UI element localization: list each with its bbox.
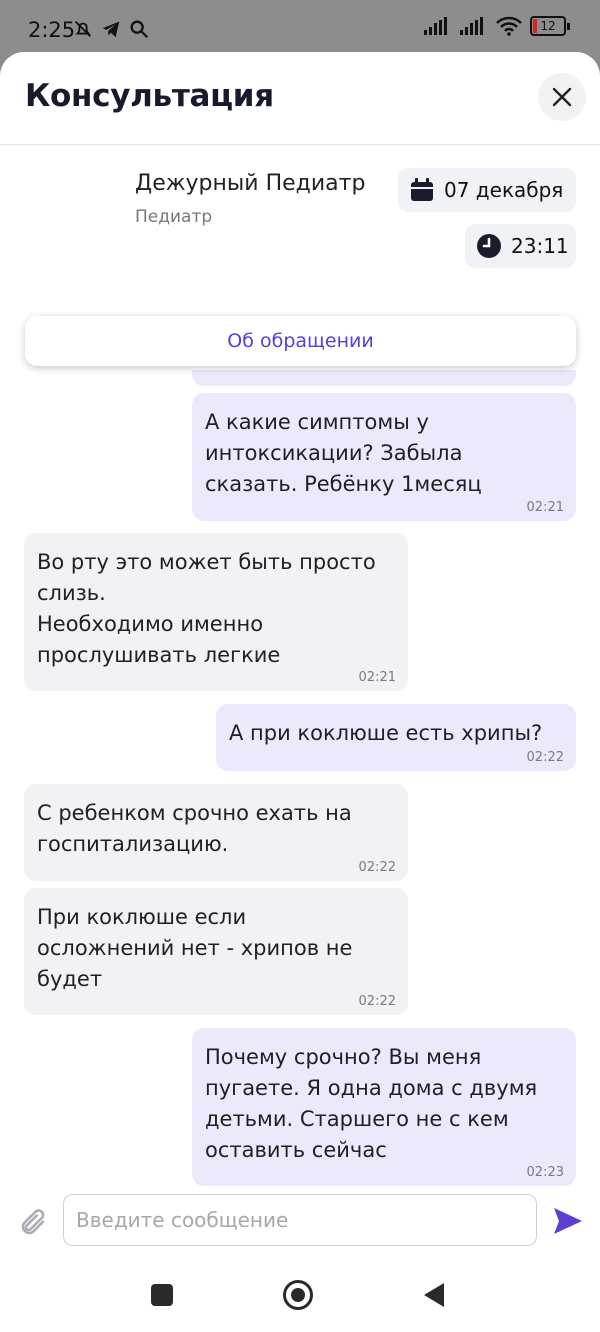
nav-recents-button[interactable]	[151, 1284, 173, 1306]
message-time: 02:21	[526, 500, 564, 515]
message-time: 02:22	[358, 994, 396, 1009]
message-text: А какие симптомы у интоксикации? Забыла …	[205, 410, 482, 496]
telegram-icon	[102, 21, 120, 38]
status-notification-icons	[72, 18, 150, 40]
paperclip-icon[interactable]	[18, 1208, 48, 1238]
message-bubble	[192, 370, 576, 386]
wifi-icon	[496, 16, 522, 36]
message-bubble: Почему срочно? Вы меня пугаете. Я одна д…	[192, 1028, 576, 1186]
message-list: А какие симптомы у интоксикации? Забыла …	[0, 370, 600, 1192]
time-badge: 23:11	[465, 224, 576, 268]
page-title: Консультация	[25, 78, 274, 114]
message-time: 02:23	[526, 1165, 564, 1180]
time-text: 23:11	[511, 234, 569, 258]
message-bubble: А какие симптомы у интоксикации? Забыла …	[192, 393, 576, 521]
date-text: 07 декабря	[444, 178, 564, 202]
message-time: 02:22	[358, 860, 396, 875]
message-text: При коклюше если осложнений нет - хрипов…	[37, 905, 353, 991]
signal-icon-2	[460, 17, 483, 35]
close-button[interactable]	[538, 73, 586, 121]
nav-home-dot	[291, 1288, 305, 1302]
composer	[0, 1190, 600, 1260]
message-text: С ребенком срочно ехать на госпитализаци…	[37, 801, 352, 856]
message-bubble: Во рту это может быть просто слизь. Необ…	[24, 533, 408, 691]
message-text: А при коклюше есть хрипы?	[229, 721, 543, 745]
message-input[interactable]	[63, 1194, 537, 1246]
doctor-name: Дежурный Педиатр	[135, 171, 366, 196]
message-bubble: А при коклюше есть хрипы? 02:22	[216, 704, 576, 771]
status-system-icons: 12	[424, 16, 570, 36]
consultation-sheet: Консультация Дежурный Педиатр Педиатр 07…	[0, 52, 600, 1332]
battery-icon: 12	[530, 16, 570, 36]
about-request-button[interactable]: Об обращении	[25, 316, 576, 366]
status-time: 2:25	[28, 18, 76, 42]
signal-icon	[424, 17, 447, 35]
message-text: Почему срочно? Вы меня пугаете. Я одна д…	[205, 1045, 538, 1162]
message-text: Во рту это может быть просто слизь. Необ…	[37, 550, 376, 667]
nav-home-button[interactable]	[283, 1280, 313, 1310]
close-icon	[552, 87, 572, 107]
nav-back-icon[interactable]	[423, 1282, 445, 1308]
battery-level: 12	[540, 19, 556, 33]
doctor-role: Педиатр	[135, 207, 213, 227]
date-badge: 07 декабря	[398, 168, 576, 212]
bell-off-icon	[75, 21, 91, 37]
header: Консультация	[0, 52, 600, 145]
calendar-icon	[411, 178, 433, 201]
message-time: 02:22	[526, 750, 564, 765]
message-bubble: С ребенком срочно ехать на госпитализаци…	[24, 784, 408, 881]
search-icon	[130, 20, 149, 39]
message-bubble: При коклюше если осложнений нет - хрипов…	[24, 888, 408, 1015]
status-bar: 2:25 12	[0, 0, 600, 56]
message-time: 02:21	[358, 670, 396, 685]
send-icon[interactable]	[552, 1206, 584, 1236]
clock-icon	[477, 234, 501, 258]
